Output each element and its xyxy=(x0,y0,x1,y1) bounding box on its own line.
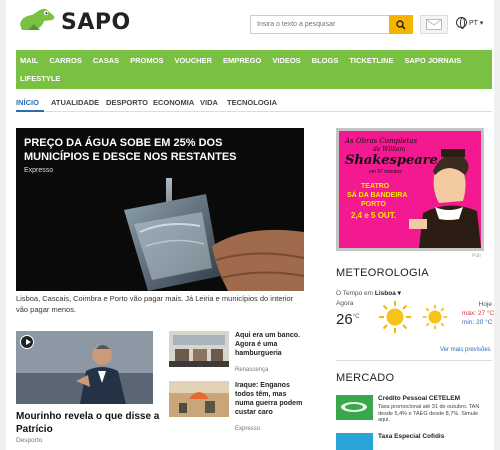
tab-atualidade[interactable]: ATUALIDADE xyxy=(51,98,99,107)
nav-item-carros[interactable]: CARROS xyxy=(49,56,82,65)
sun-icon xyxy=(379,301,411,333)
envelope-icon xyxy=(426,19,442,30)
play-icon[interactable] xyxy=(20,335,34,349)
weather-location-prefix: O Tempo em xyxy=(336,290,374,297)
tab-tecnologia[interactable]: TECNOLOGIA xyxy=(227,98,277,107)
active-tab-indicator xyxy=(16,110,44,112)
mini-story-title[interactable]: Iraque: Enganos todos têm, mas numa guer… xyxy=(235,381,305,417)
mini-story-image xyxy=(169,381,229,417)
weather-now-label: Agora xyxy=(336,300,354,307)
sun-icon xyxy=(422,304,448,330)
hero-source: Expresso xyxy=(24,167,54,174)
page: SAPO PT ▾ MAIL CARROS CASAS PROMOS VOUCHER EM… xyxy=(6,0,494,450)
frog-logo-icon xyxy=(20,8,55,30)
nav-row-2: LIFESTYLE xyxy=(20,74,71,83)
search-box xyxy=(250,15,413,34)
market-item[interactable]: Taxa Especial Cofidis xyxy=(336,433,492,450)
ad-line3: Shakespeare xyxy=(345,153,438,168)
tab-inicio[interactable]: INÍCIO xyxy=(16,98,39,107)
ad-line5: TEATRO xyxy=(361,183,390,190)
nav-item-emprego[interactable]: EMPREGO xyxy=(223,56,261,65)
weather-now-temp: 26°C xyxy=(336,311,359,328)
nav-item-ticketline[interactable]: TICKETLINE xyxy=(349,56,393,65)
mini-story[interactable]: Iraque: Enganos todos têm, mas numa guer… xyxy=(169,381,304,433)
weather-today-label: Hoje xyxy=(478,301,492,308)
hero-caption: Lisboa, Cascais, Coimbra e Porto vão pag… xyxy=(16,294,294,314)
ad-label: Pub xyxy=(472,253,481,259)
weather-title: METEOROLOGIA xyxy=(336,267,429,279)
nav-item-casas[interactable]: CASAS xyxy=(93,56,119,65)
divider xyxy=(336,360,492,361)
ad-line4: em 97 minutos xyxy=(369,169,402,175)
story-source: Desporto xyxy=(16,437,43,444)
advertisement-banner[interactable]: As Obras Completas de William Shakespear… xyxy=(336,128,484,251)
nav-item-promos[interactable]: PROMOS xyxy=(130,56,163,65)
brand-name: SAPO xyxy=(61,9,131,35)
weather-today: Hoje máx: 27 °C min: 20 °C xyxy=(462,300,494,327)
tab-vida[interactable]: VIDA xyxy=(200,98,218,107)
nav-item-videos[interactable]: VIDEOS xyxy=(272,56,300,65)
mail-button[interactable] xyxy=(420,15,448,34)
ad-line8: 2,4 e 5 OUT. xyxy=(351,211,396,220)
hero-title[interactable]: PREÇO DA ÁGUA SOBE EM 25% DOS MUNICÍPIOS… xyxy=(24,136,274,164)
market-item[interactable]: Crédito Pessoal CETELEM Taxa promocional… xyxy=(336,395,492,427)
ad-line6: SÁ DA BANDEIRA xyxy=(347,192,408,199)
language-selector[interactable]: PT ▾ xyxy=(456,17,484,29)
market-item-desc: Taxa promocional até 31 de outubro. TAN … xyxy=(378,404,480,423)
weather-now-value: 26 xyxy=(336,311,353,328)
weather-max: máx: 27 °C xyxy=(462,310,494,317)
header: SAPO PT ▾ xyxy=(6,0,494,46)
tab-economia[interactable]: ECONOMIA xyxy=(153,98,194,107)
cetelem-logo xyxy=(336,395,373,420)
nav-item-mail[interactable]: MAIL xyxy=(20,56,38,65)
search-input[interactable] xyxy=(251,16,386,33)
nav-item-sapo-jornais[interactable]: SAPO JORNAIS xyxy=(405,56,462,65)
language-label: PT ▾ xyxy=(469,19,484,27)
cofidis-logo xyxy=(336,433,373,450)
mini-story-image xyxy=(169,331,229,367)
more-forecasts-link[interactable]: Ver mais previsões xyxy=(440,347,491,353)
market-item-title[interactable]: Crédito Pessoal CETELEM xyxy=(378,395,460,402)
ad-line7: PORTO xyxy=(361,201,386,208)
weather-location[interactable]: O Tempo em Lisboa ▾ xyxy=(336,289,401,297)
story-thumbnail[interactable] xyxy=(16,331,153,404)
mini-story-source: Renascença xyxy=(235,367,269,373)
hero-story[interactable]: PREÇO DA ÁGUA SOBE EM 25% DOS MUNICÍPIOS… xyxy=(16,128,304,291)
market-item-title[interactable]: Taxa Especial Cofidis xyxy=(378,433,444,440)
nav-item-blogs[interactable]: BLOGS xyxy=(312,56,339,65)
nav-item-voucher[interactable]: VOUCHER xyxy=(174,56,212,65)
section-tabs: INÍCIO ATUALIDADE DESPORTO ECONOMIA VIDA… xyxy=(16,98,492,112)
weather-unit: °C xyxy=(352,314,360,320)
ad-line2: de William xyxy=(373,146,406,153)
mini-story-source: Expresso xyxy=(235,426,261,432)
search-icon xyxy=(396,19,406,30)
main-nav: MAIL CARROS CASAS PROMOS VOUCHER EMPREGO VIDEO… xyxy=(16,50,492,89)
market-title: MERCADO xyxy=(336,372,395,384)
ad-line1: As Obras Completas xyxy=(345,137,418,145)
mini-story[interactable]: Aqui era um banco. Agora é uma hamburgue… xyxy=(169,331,304,375)
weather-widget: Agora 26°C Hoje máx: 27 °C min: 20 °C xyxy=(336,300,494,342)
weather-min: min: 20 °C xyxy=(462,319,493,326)
sapo-logo[interactable]: SAPO xyxy=(18,6,131,38)
globe-icon xyxy=(456,17,467,29)
story-title[interactable]: Mourinho revela o que disse a Patrício xyxy=(16,410,161,436)
mini-story-title[interactable]: Aqui era um banco. Agora é uma hamburgue… xyxy=(235,331,305,358)
weather-location-select[interactable]: Lisboa ▾ xyxy=(375,290,401,297)
nav-row-1: MAIL CARROS CASAS PROMOS VOUCHER EMPREGO VIDEO… xyxy=(20,56,472,65)
search-button[interactable] xyxy=(389,15,413,34)
tab-desporto[interactable]: DESPORTO xyxy=(106,98,148,107)
story-image xyxy=(16,331,153,404)
nav-item-lifestyle[interactable]: LIFESTYLE xyxy=(20,74,60,83)
